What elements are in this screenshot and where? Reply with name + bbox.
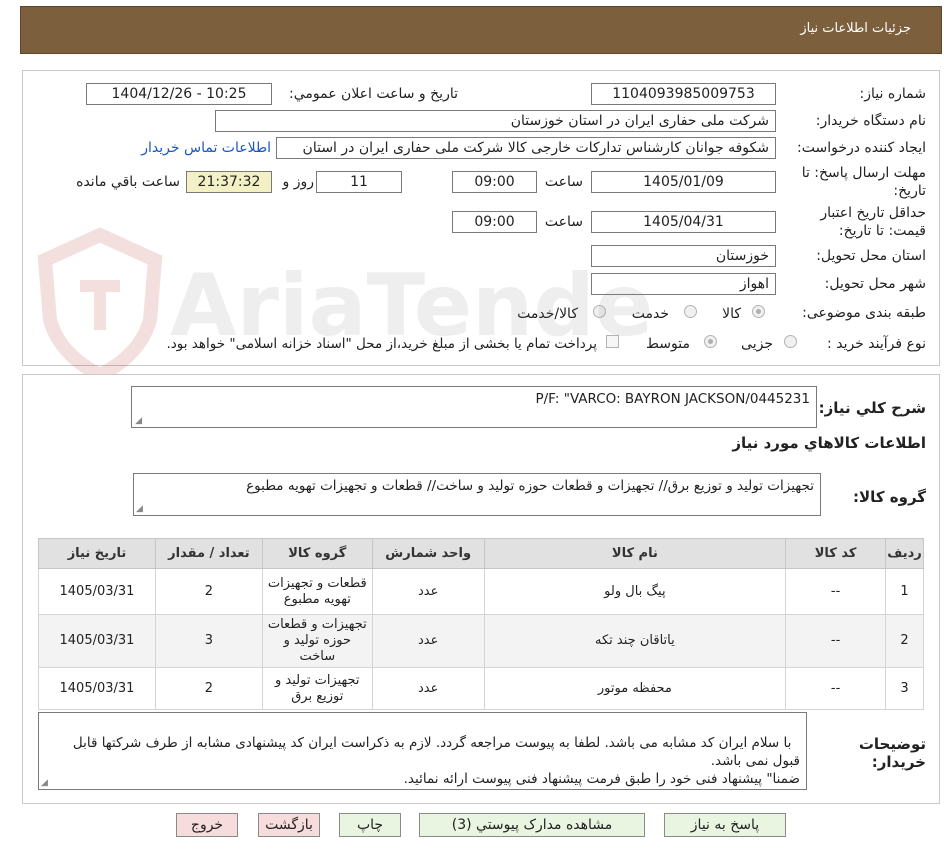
announce-datetime-label: تاریخ و ساعت اعلان عمومي:: [289, 86, 458, 102]
process-medium-label: متوسط: [646, 336, 690, 352]
table-row: 2 -- یاتاقان چند تکه عدد تجهیزات و قطعات…: [38, 614, 924, 668]
delivery-city-label: شهر محل تحويل:: [824, 276, 926, 292]
item-group: قطعات و تجهیزات تهویه مطبوع: [261, 568, 373, 615]
item-unit: عدد: [371, 667, 485, 710]
reply-deadline-label: مهلت ارسال پاسخ: تا: [801, 165, 926, 181]
price-validity-label-2: قيمت: تا تاريخ:: [838, 223, 926, 239]
announce-datetime-field[interactable]: 1404/12/26 - 10:25: [86, 83, 272, 105]
item-qty: 2: [154, 667, 263, 710]
buyer-notes-textarea[interactable]: با سلام ایران کد مشابه می باشد. لطفا به …: [38, 712, 807, 790]
price-validity-label: حداقل تاريخ اعتبار: [820, 205, 926, 221]
item-code: --: [785, 667, 887, 710]
price-validity-time[interactable]: 09:00: [452, 211, 537, 233]
buyer-org-label: نام دستگاه خريدار:: [815, 113, 926, 129]
exit-button[interactable]: خروج: [176, 813, 238, 837]
reply-deadline-time[interactable]: 09:00: [452, 171, 537, 193]
need-number-field[interactable]: 1104093985009753: [591, 83, 776, 105]
print-button[interactable]: چاپ: [339, 813, 401, 837]
category-goods-service-radio[interactable]: [593, 305, 606, 318]
goods-group-textarea[interactable]: تجهیزات تولید و توزیع برق// تجهیزات و قط…: [133, 473, 821, 516]
items-table: رديف کد کالا نام کالا واحد شمارش گروه کا…: [38, 538, 924, 710]
resize-grip-icon[interactable]: ◢: [136, 505, 144, 514]
remaining-time-label: ساعت باقي مانده: [76, 174, 180, 190]
item-name: پیگ بال ولو: [483, 568, 787, 615]
category-service-label: خدمت: [631, 306, 669, 322]
remaining-days-field[interactable]: 11: [316, 171, 402, 193]
delivery-province-field[interactable]: خوزستان: [591, 245, 776, 267]
reply-time-label: ساعت: [544, 174, 583, 190]
row-number: 2: [885, 614, 924, 668]
process-medium-radio[interactable]: [704, 335, 717, 348]
item-code: --: [785, 568, 887, 615]
item-date: 1405/03/31: [38, 614, 156, 668]
back-button[interactable]: بازگشت: [258, 813, 320, 837]
col-name-header: نام کالا: [483, 538, 787, 569]
col-date-header: تاریخ نیاز: [38, 538, 156, 569]
table-row: 1 -- پیگ بال ولو عدد قطعات و تجهیزات تهو…: [38, 568, 924, 615]
delivery-city-field[interactable]: اهواز: [591, 273, 776, 295]
col-qty-header: تعداد / مقدار: [154, 538, 263, 569]
price-validity-time-label: ساعت: [544, 214, 583, 230]
item-group: تجهیزات تولید و توزیع برق: [261, 667, 373, 710]
item-unit: عدد: [371, 568, 485, 615]
process-minor-radio[interactable]: [784, 335, 797, 348]
resize-grip-icon[interactable]: ◢: [41, 779, 49, 788]
buyer-org-field[interactable]: شرکت ملی حفاری ایران در استان خوزستان: [215, 110, 776, 132]
category-goods-label: کالا: [722, 306, 741, 322]
summary-textarea[interactable]: P/F: "VARCO: BAYRON JACKSON/0445231 ◢: [131, 386, 817, 428]
reply-button[interactable]: پاسخ به نیاز: [664, 813, 786, 837]
item-name: محفظه موتور: [483, 667, 787, 710]
category-label: طبقه بندی موضوعی:: [802, 305, 926, 321]
col-row-header: رديف: [885, 538, 924, 569]
item-date: 1405/03/31: [38, 568, 156, 615]
col-unit-header: واحد شمارش: [371, 538, 485, 569]
goods-group-label: گروه کالا:: [853, 488, 926, 506]
delivery-province-label: استان محل تحويل:: [816, 248, 926, 264]
col-group-header: گروه کالا: [261, 538, 373, 569]
page-title: جزئیات اطلاعات نیاز: [800, 21, 911, 36]
process-minor-label: جزیی: [741, 336, 773, 352]
table-header-row: رديف کد کالا نام کالا واحد شمارش گروه کا…: [38, 538, 924, 569]
goods-info-title: اطلاعات کالاهاي مورد نياز: [732, 434, 926, 452]
buyer-notes-text: با سلام ایران کد مشابه می باشد. لطفا به …: [72, 735, 800, 787]
requester-field[interactable]: شکوفه جوانان کارشناس تدارکات خارجی کالا …: [276, 137, 776, 159]
buyer-contact-link[interactable]: اطلاعات تماس خريدار: [141, 140, 271, 156]
reply-deadline-label-2: تاریخ:: [893, 183, 926, 199]
purchase-process-label: نوع فرآیند خرید :: [827, 336, 926, 352]
category-goods-service-label: کالا/خدمت: [517, 306, 578, 322]
item-date: 1405/03/31: [38, 667, 156, 710]
summary-label: شرح كلي نياز:: [818, 399, 926, 417]
requester-label: ايجاد كننده درخواست:: [797, 140, 926, 156]
treasury-payment-note: پرداخت تمام یا بخشی از مبلغ خرید،از محل …: [166, 336, 597, 352]
resize-grip-icon[interactable]: ◢: [134, 417, 142, 426]
treasury-payment-checkbox[interactable]: [606, 335, 619, 348]
page-header: جزئیات اطلاعات نیاز: [20, 6, 942, 54]
price-validity-date[interactable]: 1405/04/31: [591, 211, 776, 233]
row-number: 3: [885, 667, 924, 710]
col-code-header: کد کالا: [785, 538, 887, 569]
reply-deadline-date[interactable]: 1405/01/09: [591, 171, 776, 193]
category-goods-radio[interactable]: [752, 305, 765, 318]
remaining-time-field: 21:37:32: [186, 171, 272, 193]
table-row: 3 -- محفظه موتور عدد تجهیزات تولید و توز…: [38, 667, 924, 710]
summary-text: P/F: "VARCO: BAYRON JACKSON/0445231: [535, 391, 810, 407]
buyer-notes-label: توضیحات: [858, 735, 926, 753]
need-number-label: شماره نیاز:: [859, 86, 927, 102]
item-name: یاتاقان چند تکه: [483, 614, 787, 668]
item-unit: عدد: [371, 614, 485, 668]
item-qty: 3: [154, 614, 263, 668]
item-code: --: [785, 614, 887, 668]
item-qty: 2: [154, 568, 263, 615]
item-group: تجهیزات و قطعات حوزه تولید و ساخت: [261, 614, 373, 668]
buyer-notes-label-2: خریدار:: [871, 753, 926, 771]
category-service-radio[interactable]: [684, 305, 697, 318]
row-number: 1: [885, 568, 924, 615]
view-attachments-button[interactable]: مشاهده مدارک پیوستي (3): [419, 813, 645, 837]
goods-group-text: تجهیزات تولید و توزیع برق// تجهیزات و قط…: [246, 478, 814, 494]
days-label: روز و: [282, 174, 315, 190]
